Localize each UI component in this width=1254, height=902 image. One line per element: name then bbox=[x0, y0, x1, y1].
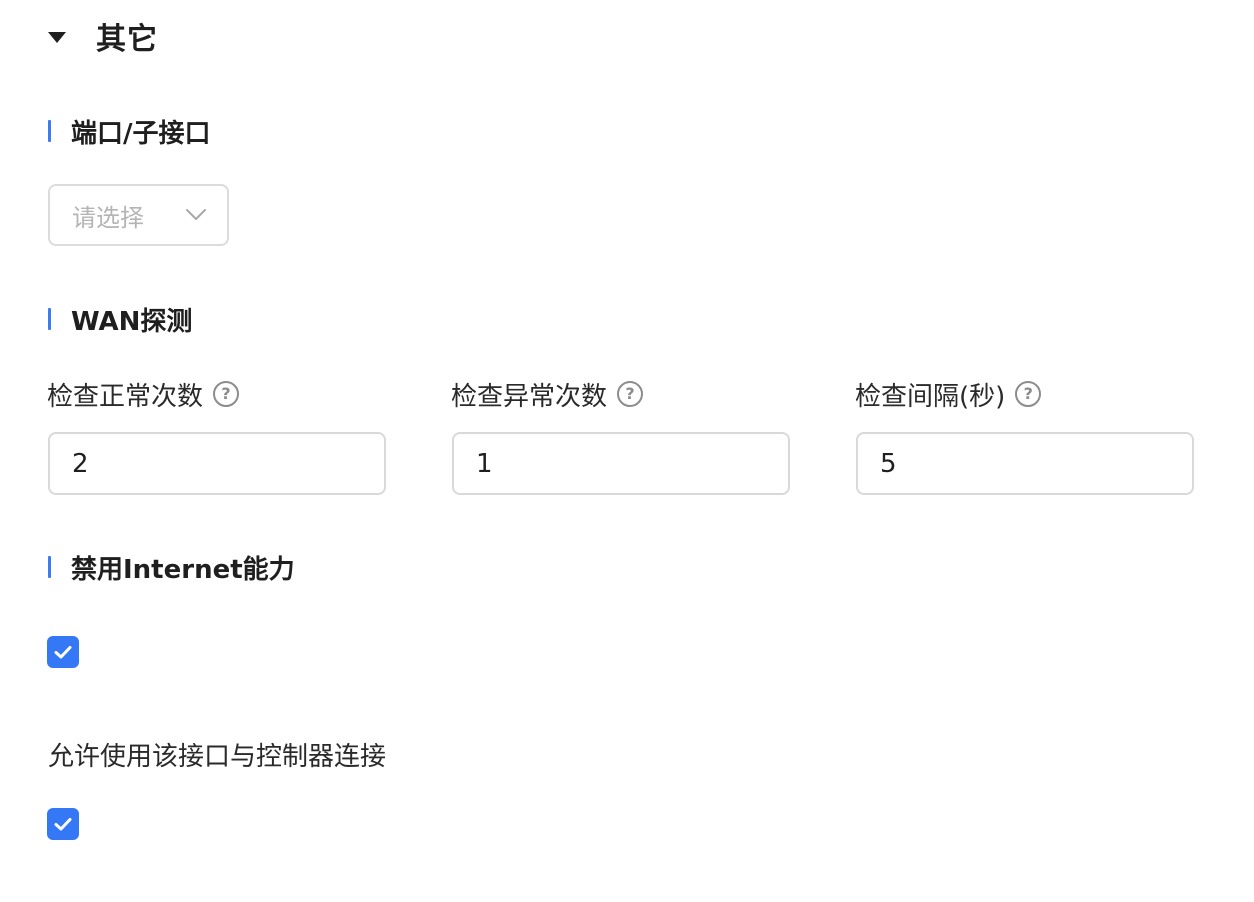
normal-check-count-label-text: 检查正常次数 bbox=[47, 381, 204, 412]
disable-internet-group-header: 禁用Internet能力 bbox=[48, 551, 295, 585]
disable-internet-checkbox[interactable] bbox=[47, 636, 79, 668]
help-icon[interactable]: ? bbox=[617, 381, 644, 407]
allow-controller-checkbox[interactable] bbox=[47, 808, 79, 840]
group-accent-bar bbox=[48, 308, 51, 330]
group-accent-bar bbox=[48, 120, 51, 142]
allow-controller-label: 允许使用该接口与控制器连接 bbox=[48, 741, 387, 772]
section-title: 其它 bbox=[96, 22, 158, 57]
check-interval-input[interactable] bbox=[856, 432, 1194, 495]
port-group-header: 端口/子接口 bbox=[48, 115, 211, 149]
port-select-placeholder: 请选择 bbox=[72, 203, 144, 232]
checkmark-icon bbox=[54, 818, 72, 831]
normal-check-count-label: 检查正常次数 ? bbox=[47, 376, 240, 412]
abnormal-check-count-input[interactable] bbox=[452, 432, 790, 495]
wan-probe-group-header: WAN探测 bbox=[48, 303, 193, 337]
group-accent-bar bbox=[48, 556, 51, 578]
chevron-down-icon bbox=[185, 208, 207, 222]
normal-check-count-input[interactable] bbox=[48, 432, 386, 495]
disable-internet-group-title: 禁用Internet能力 bbox=[71, 554, 295, 585]
abnormal-check-count-label-text: 检查异常次数 bbox=[451, 381, 608, 412]
section-toggle[interactable]: 其它 bbox=[48, 14, 158, 58]
abnormal-check-count-label: 检查异常次数 ? bbox=[451, 376, 644, 412]
port-select[interactable]: 请选择 bbox=[48, 184, 229, 246]
help-icon[interactable]: ? bbox=[1015, 381, 1042, 407]
check-interval-label-text: 检查间隔(秒) bbox=[855, 381, 1006, 412]
caret-down-icon bbox=[48, 31, 66, 43]
port-group-title: 端口/子接口 bbox=[71, 118, 211, 149]
checkmark-icon bbox=[54, 646, 72, 659]
wan-probe-group-title: WAN探测 bbox=[71, 306, 193, 337]
help-icon[interactable]: ? bbox=[213, 381, 240, 407]
check-interval-label: 检查间隔(秒) ? bbox=[855, 376, 1042, 412]
